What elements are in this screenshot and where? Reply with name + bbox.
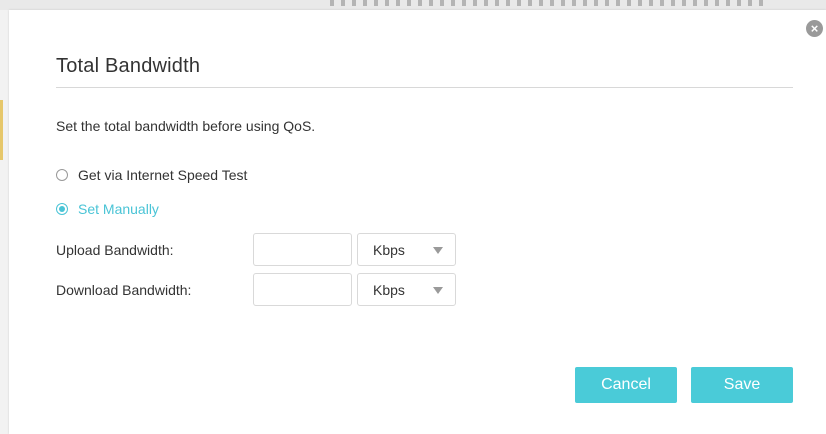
title-divider <box>56 87 793 88</box>
close-icon[interactable]: × <box>806 20 823 37</box>
dialog-description: Set the total bandwidth before using QoS… <box>56 118 316 134</box>
dialog-title: Total Bandwidth <box>56 55 201 77</box>
download-bandwidth-input[interactable] <box>253 273 352 306</box>
download-unit-value: Kbps <box>373 281 405 298</box>
download-unit-select[interactable]: Kbps <box>357 273 456 306</box>
upload-bandwidth-input[interactable] <box>253 233 352 266</box>
upload-bandwidth-label: Upload Bandwidth: <box>56 242 174 258</box>
radio-button-checked[interactable] <box>56 203 68 215</box>
save-button[interactable]: Save <box>691 367 793 403</box>
radio-speed-test[interactable]: Get via Internet Speed Test <box>56 167 247 183</box>
cancel-button[interactable]: Cancel <box>575 367 677 403</box>
upload-unit-value: Kbps <box>373 241 405 258</box>
radio-button[interactable] <box>56 169 68 181</box>
chevron-down-icon <box>433 287 443 294</box>
radio-label-set-manually: Set Manually <box>78 201 159 217</box>
download-bandwidth-label: Download Bandwidth: <box>56 282 192 298</box>
radio-label-speed-test: Get via Internet Speed Test <box>78 167 248 183</box>
background-text <box>330 0 770 6</box>
background-accent <box>0 100 3 160</box>
radio-set-manually[interactable]: Set Manually <box>56 201 159 217</box>
chevron-down-icon <box>433 247 443 254</box>
upload-unit-select[interactable]: Kbps <box>357 233 456 266</box>
